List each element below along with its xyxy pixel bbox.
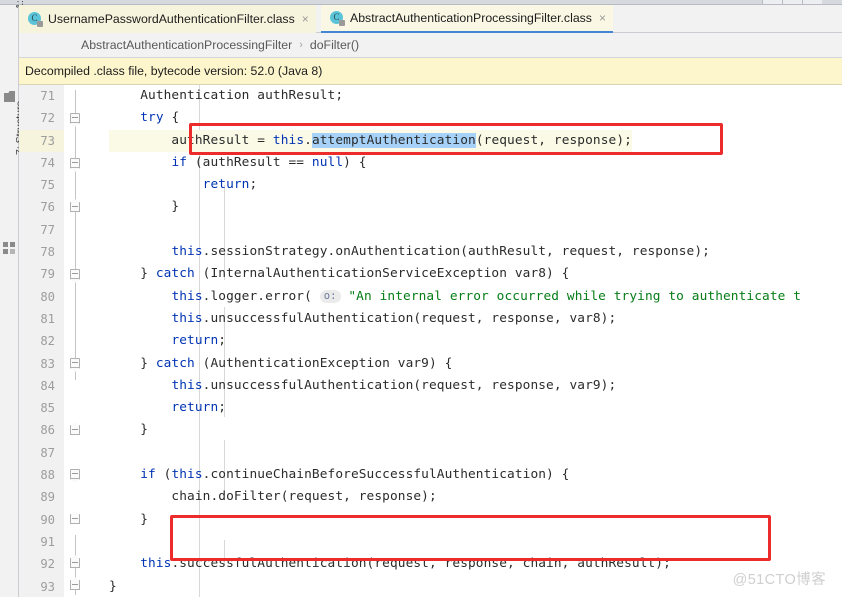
line-number[interactable]: 71	[19, 85, 64, 108]
line-content[interactable]: this.logger.error( o: "An internal error…	[109, 286, 801, 308]
line-number[interactable]: 83	[19, 352, 64, 375]
class-file-icon: C	[28, 12, 43, 27]
line-content[interactable]: if (this.continueChainBeforeSuccessfulAu…	[109, 464, 569, 486]
line-content[interactable]: this.successfulAuthentication(request, r…	[109, 553, 671, 575]
editor-tab-label: UsernamePasswordAuthenticationFilter.cla…	[48, 12, 295, 26]
line-content[interactable]: this.unsuccessfulAuthentication(request,…	[109, 375, 616, 397]
editor-tab-abstract-authentication-processing-filter[interactable]: C AbstractAuthenticationProcessingFilter…	[321, 5, 613, 33]
code-line[interactable]: 88 if (this.continueChainBeforeSuccessfu…	[19, 464, 842, 487]
close-icon[interactable]: ×	[599, 12, 606, 24]
line-number[interactable]: 85	[19, 397, 64, 420]
line-number[interactable]: 88	[19, 464, 64, 487]
line-number[interactable]: 80	[19, 285, 64, 308]
code-editor[interactable]: 71 Authentication authResult; 72 try { 7…	[19, 85, 842, 597]
line-content[interactable]: Authentication authResult;	[109, 85, 343, 107]
line-number[interactable]: 86	[19, 419, 64, 442]
watermark: @51CTO博客	[732, 572, 826, 588]
structure-icon	[3, 242, 15, 254]
code-line[interactable]: 74 if (authResult == null) {	[19, 151, 842, 175]
minimize-button[interactable]	[762, 0, 782, 4]
code-line[interactable]: 87	[19, 441, 842, 465]
ide-window: 1: Project 7: Structure C UsernamePasswo…	[0, 0, 842, 597]
line-content[interactable]: }	[109, 196, 179, 218]
code-line-highlighted[interactable]: 73 authResult = this.attemptAuthenticati…	[19, 129, 842, 152]
line-content[interactable]: try {	[109, 107, 179, 129]
line-content[interactable]: } catch (AuthenticationException var9) {	[109, 353, 452, 375]
tool-window-rail: 1: Project 7: Structure	[0, 0, 26, 597]
code-line[interactable]: 79 } catch (InternalAuthenticationServic…	[19, 263, 842, 286]
code-line[interactable]: 92 this.successfulAuthentication(request…	[19, 553, 842, 576]
code-line[interactable]: 93 }	[19, 575, 842, 597]
code-line[interactable]: 82 return;	[19, 330, 842, 353]
line-content[interactable]: return;	[109, 397, 226, 419]
line-number[interactable]: 74	[19, 151, 64, 175]
code-line[interactable]: 91	[19, 530, 842, 554]
code-line[interactable]: 85 return;	[19, 397, 842, 420]
line-content[interactable]: if (authResult == null) {	[109, 152, 367, 174]
close-button[interactable]	[802, 0, 822, 4]
line-number[interactable]: 90	[19, 508, 64, 531]
breadcrumb-item-class[interactable]: AbstractAuthenticationProcessingFilter	[81, 38, 292, 52]
notification-text: Decompiled .class file, bytecode version…	[25, 64, 323, 78]
line-content[interactable]: this.unsuccessfulAuthentication(request,…	[109, 308, 616, 330]
line-content[interactable]: this.sessionStrategy.onAuthentication(au…	[109, 241, 710, 263]
code-line[interactable]: 81 this.unsuccessfulAuthentication(reque…	[19, 307, 842, 331]
line-number[interactable]: 92	[19, 553, 64, 576]
code-line[interactable]: 84 this.unsuccessfulAuthentication(reque…	[19, 374, 842, 398]
code-line[interactable]: 71 Authentication authResult;	[19, 85, 842, 108]
line-content[interactable]: authResult = this.attemptAuthentication(…	[109, 129, 632, 152]
line-number[interactable]: 93	[19, 575, 64, 597]
breadcrumb-item-method[interactable]: doFilter()	[310, 38, 359, 52]
code-line[interactable]: 72 try {	[19, 107, 842, 130]
line-number[interactable]: 78	[19, 241, 64, 264]
line-number[interactable]: 77	[19, 218, 64, 242]
code-line[interactable]: 80 this.logger.error( o: "An internal er…	[19, 285, 842, 308]
code-line[interactable]: 83 } catch (AuthenticationException var9…	[19, 352, 842, 375]
line-number[interactable]: 91	[19, 530, 64, 554]
line-number[interactable]: 75	[19, 174, 64, 197]
line-number[interactable]: 89	[19, 486, 64, 509]
editor-tab-strip: C UsernamePasswordAuthenticationFilter.c…	[19, 5, 842, 33]
line-number[interactable]: 84	[19, 374, 64, 398]
code-line[interactable]: 78 this.sessionStrategy.onAuthentication…	[19, 241, 842, 264]
line-number[interactable]: 87	[19, 441, 64, 465]
line-content[interactable]: chain.doFilter(request, response);	[109, 486, 437, 508]
line-number[interactable]: 79	[19, 263, 64, 286]
line-content[interactable]: return;	[109, 174, 258, 196]
editor-tab-username-password-authentication-filter[interactable]: C UsernamePasswordAuthenticationFilter.c…	[19, 5, 316, 33]
code-line[interactable]: 75 return;	[19, 174, 842, 197]
maximize-button[interactable]	[782, 0, 802, 4]
code-lines: 71 Authentication authResult; 72 try { 7…	[19, 85, 842, 597]
line-content[interactable]: }	[109, 419, 148, 441]
inline-parameter-hint: o:	[319, 289, 341, 303]
line-number[interactable]: 82	[19, 330, 64, 353]
code-line[interactable]: 86 }	[19, 419, 842, 442]
line-content[interactable]: } catch (InternalAuthenticationServiceEx…	[109, 263, 569, 285]
code-line[interactable]: 76 }	[19, 196, 842, 219]
code-line[interactable]: 90 }	[19, 508, 842, 531]
line-content[interactable]: }	[109, 576, 117, 597]
decompiled-notification-banner: Decompiled .class file, bytecode version…	[19, 58, 842, 85]
selected-token[interactable]: attemptAuthentication	[311, 132, 476, 148]
code-line[interactable]: 89 chain.doFilter(request, response);	[19, 486, 842, 509]
line-number[interactable]: 76	[19, 196, 64, 219]
line-content[interactable]: return;	[109, 330, 226, 352]
line-number[interactable]: 72	[19, 107, 64, 130]
line-number[interactable]: 81	[19, 307, 64, 331]
class-file-icon: C	[330, 11, 345, 26]
chevron-right-icon: ›	[299, 39, 303, 51]
line-content[interactable]: }	[109, 509, 148, 531]
editor-tab-label: AbstractAuthenticationProcessingFilter.c…	[350, 11, 592, 25]
breadcrumb: AbstractAuthenticationProcessingFilter ›…	[19, 33, 842, 58]
code-line[interactable]: 77	[19, 218, 842, 242]
line-number[interactable]: 73	[19, 129, 64, 152]
close-icon[interactable]: ×	[302, 13, 309, 25]
